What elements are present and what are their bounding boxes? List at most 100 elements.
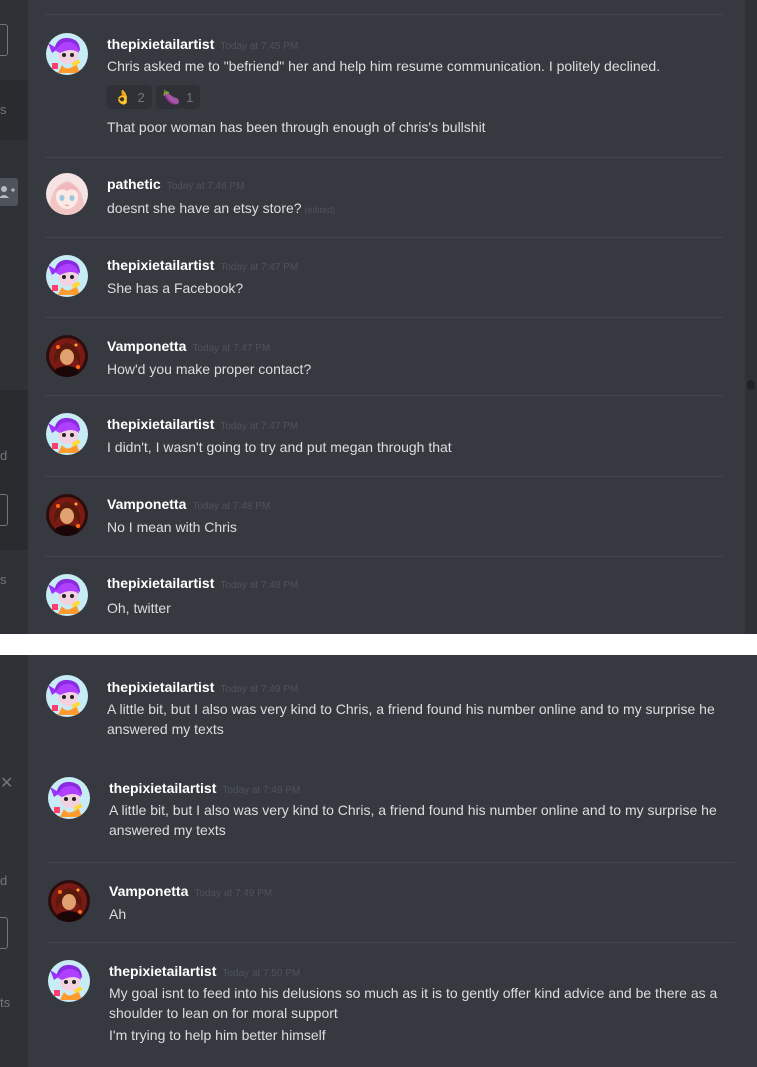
- username[interactable]: thepixietailartist: [109, 780, 216, 796]
- message: thepixietailartist Today at 7:47 PM I did…: [28, 408, 745, 468]
- message-text: I'm trying to help him better himself: [109, 1027, 326, 1043]
- message-text: Oh, twitter: [107, 600, 171, 616]
- reaction-eggplant[interactable]: 🍆 1: [155, 85, 201, 109]
- pixie-avatar[interactable]: [48, 960, 90, 1002]
- username[interactable]: Vamponetta: [107, 496, 186, 512]
- pixie-avatar[interactable]: [46, 574, 88, 616]
- message: Vamponetta Today at 7:48 PM No I mean wit…: [28, 489, 745, 549]
- message-divider: [45, 395, 723, 396]
- sidebar-input-fragment: [0, 24, 8, 56]
- message-divider: [47, 942, 735, 943]
- message-header: thepixietailartist Today at 7:49 PM: [107, 679, 298, 695]
- message-list: thepixietailartist Today at 7:45 PM Chris…: [28, 0, 745, 634]
- message-divider: [45, 317, 723, 318]
- message: thepixietailartist Today at 7:45 PM Chris…: [28, 28, 745, 146]
- timestamp: Today at 7:48 PM: [192, 501, 271, 512]
- username[interactable]: thepixietailartist: [107, 257, 214, 273]
- timestamp: Today at 7:50 PM: [222, 968, 301, 979]
- message: Vamponetta Today at 7:47 PM How'd you mak…: [28, 330, 745, 390]
- message-text: doesnt she have an etsy store?: [107, 200, 302, 216]
- chat-screenshot-bottom: ✕ d ts thepixietailartist Today at 7:49 P…: [0, 655, 757, 1067]
- sidebar-text-fragment: s: [0, 572, 7, 587]
- vamp-avatar[interactable]: [48, 880, 90, 922]
- message-header: Vamponetta Today at 7:47 PM: [107, 338, 270, 354]
- message: thepixietailartist Today at 7:48 PM Oh, t…: [28, 569, 745, 629]
- username[interactable]: thepixietailartist: [107, 575, 214, 591]
- reaction-ok-hand[interactable]: 👌 2: [107, 85, 152, 109]
- timestamp: Today at 7:49 PM: [194, 888, 273, 899]
- vamp-avatar[interactable]: [46, 494, 88, 536]
- sidebar-text-fragment: ts: [0, 995, 11, 1010]
- reactions: 👌 2 🍆 1: [107, 85, 201, 109]
- message-header: pathetic Today at 7:46 PM: [107, 176, 245, 192]
- sidebar-text-fragment: d: [0, 448, 8, 463]
- message-text-row: doesnt she have an etsy store? (edited): [107, 198, 721, 220]
- message: thepixietailartist Today at 7:49 PM A lit…: [28, 671, 757, 761]
- pixie-avatar[interactable]: [46, 255, 88, 297]
- message-header: Vamponetta Today at 7:48 PM: [107, 496, 270, 512]
- sidebar-input-fragment: [0, 494, 8, 526]
- timestamp: Today at 7:49 PM: [220, 684, 299, 695]
- message-divider: [45, 14, 723, 15]
- message: Vamponetta Today at 7:49 PM Ah: [30, 875, 757, 935]
- message-text: How'd you make proper contact?: [107, 361, 312, 377]
- pixie-avatar[interactable]: [46, 413, 88, 455]
- timestamp: Today at 7:48 PM: [220, 580, 299, 591]
- message-text: A little bit, but I also was very kind t…: [107, 701, 715, 737]
- message-header: thepixietailartist Today at 7:49 PM: [109, 780, 300, 796]
- anime-girl-avatar[interactable]: [46, 173, 88, 215]
- message-divider: [45, 157, 723, 158]
- message: pathetic Today at 7:46 PM doesnt she have…: [28, 170, 745, 230]
- message-text: That poor woman has been through enough …: [107, 119, 486, 135]
- message-text: My goal isnt to feed into his delusions …: [109, 985, 718, 1021]
- reaction-count: 1: [186, 89, 194, 105]
- scroll-thumb[interactable]: [747, 380, 755, 390]
- username[interactable]: Vamponetta: [107, 338, 186, 354]
- username[interactable]: Vamponetta: [109, 883, 188, 899]
- timestamp: Today at 7:45 PM: [220, 41, 299, 52]
- timestamp: Today at 7:47 PM: [220, 262, 299, 273]
- chat-screenshot-top: s d s thepixietailartist Today at 7:45 PM…: [0, 0, 757, 634]
- scrollbar[interactable]: [745, 0, 757, 634]
- message: thepixietailartist Today at 7:47 PM She h…: [28, 250, 745, 310]
- edited-marker: (edited): [304, 205, 336, 215]
- message-text: I didn't, I wasn't going to try and put …: [107, 439, 452, 455]
- message-text: No I mean with Chris: [107, 519, 237, 535]
- message-divider: [47, 862, 735, 863]
- message: thepixietailartist Today at 7:49 PM A lit…: [30, 772, 757, 862]
- username[interactable]: thepixietailartist: [107, 416, 214, 432]
- message-text: A little bit, but I also was very kind t…: [109, 802, 717, 838]
- message-header: Vamponetta Today at 7:49 PM: [109, 883, 272, 899]
- pixie-avatar[interactable]: [48, 777, 90, 819]
- sidebar-text-fragment: s: [0, 102, 7, 117]
- message-divider: [45, 237, 723, 238]
- username[interactable]: thepixietailartist: [107, 36, 214, 52]
- eggplant-icon: 🍆: [162, 88, 181, 105]
- message-header: thepixietailartist Today at 7:47 PM: [107, 257, 298, 273]
- timestamp: Today at 7:49 PM: [222, 785, 301, 796]
- message-divider: [45, 476, 723, 477]
- sidebar-shade: [0, 390, 28, 550]
- add-friend-icon[interactable]: [0, 178, 18, 206]
- username[interactable]: thepixietailartist: [109, 963, 216, 979]
- message: thepixietailartist Today at 7:50 PM My go…: [30, 955, 757, 1065]
- username[interactable]: pathetic: [107, 176, 161, 192]
- vamp-avatar[interactable]: [46, 335, 88, 377]
- pixie-avatar[interactable]: [46, 33, 88, 75]
- message-text: Ah: [109, 906, 127, 922]
- timestamp: Today at 7:47 PM: [220, 421, 299, 432]
- username[interactable]: thepixietailartist: [107, 679, 214, 695]
- message-header: thepixietailartist Today at 7:47 PM: [107, 416, 298, 432]
- message-header: thepixietailartist Today at 7:50 PM: [109, 963, 300, 979]
- sidebar-input-fragment: [0, 917, 8, 949]
- message-divider: [45, 556, 723, 557]
- message-header: thepixietailartist Today at 7:48 PM: [107, 575, 298, 591]
- message-text: Chris asked me to "befriend" her and hel…: [107, 58, 661, 74]
- message-header: thepixietailartist Today at 7:45 PM: [107, 36, 298, 52]
- ok-hand-icon: 👌: [114, 88, 132, 105]
- timestamp: Today at 7:47 PM: [192, 343, 271, 354]
- timestamp: Today at 7:46 PM: [166, 181, 245, 192]
- close-icon[interactable]: ✕: [0, 773, 13, 793]
- message-text: She has a Facebook?: [107, 280, 244, 296]
- pixie-avatar[interactable]: [46, 675, 88, 717]
